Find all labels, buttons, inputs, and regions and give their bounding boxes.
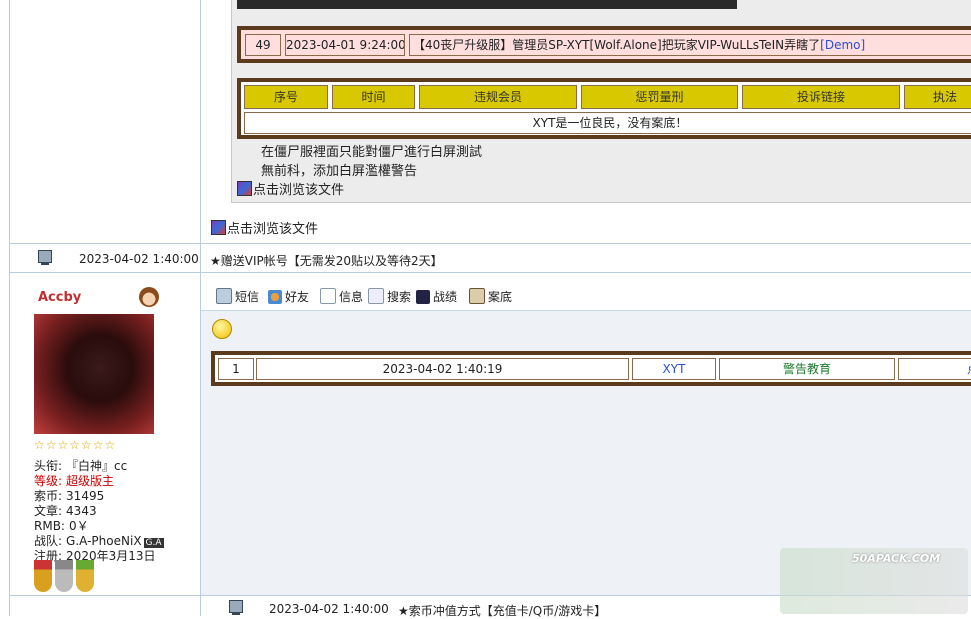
- left-border: [9, 0, 10, 616]
- computer-icon: [38, 250, 52, 265]
- medal-icon-2: [55, 560, 73, 592]
- header-enforcer: 执法: [904, 85, 971, 109]
- quote-image-bottom: [237, 0, 737, 9]
- log-row-box: 49 2023-04-01 9:24:00 【40丧尸升级服】管理员SP-XYT…: [237, 26, 971, 63]
- post-title[interactable]: ★赠送VIP帐号【无需发20贴以及等待2天】: [210, 252, 443, 269]
- user-avatar[interactable]: [34, 314, 154, 434]
- medal-icon-1: [34, 560, 52, 592]
- no-record-message: XYT是一位良民，没有案底！: [244, 112, 971, 134]
- log-time: 2023-04-01 9:24:00: [285, 34, 405, 56]
- record-table-box: 序号 时间 违规会员 惩罚量刑 投诉链接 执法 XYT是一位良民，没有案底！: [237, 78, 971, 139]
- post2-title[interactable]: ★索币冲值方式【充值卡/Q币/游戏卡】: [398, 602, 606, 619]
- record-row-box: 1 2023-04-02 1:40:19 XYT 警告教育 点: [211, 351, 971, 386]
- record-button[interactable]: 战绩: [416, 288, 457, 305]
- header-member: 违规会员: [419, 85, 577, 109]
- user-register: 注册: 2020年3月13日: [34, 549, 156, 563]
- row-divider-2: [9, 272, 971, 273]
- computer-icon: [229, 600, 243, 615]
- record-link[interactable]: 点: [898, 358, 971, 380]
- post2-time: 2023-04-02 1:40:00: [269, 602, 389, 616]
- search-button[interactable]: 搜索: [368, 288, 411, 305]
- username[interactable]: Accby: [38, 290, 81, 305]
- header-time: 时间: [332, 85, 415, 109]
- case-button[interactable]: 案底: [469, 288, 512, 305]
- header-penalty: 惩罚量刑: [581, 85, 738, 109]
- search-icon: [368, 288, 384, 304]
- row-divider-1: [9, 243, 971, 244]
- site-watermark-logo: 50APACK.COM: [780, 548, 968, 614]
- friend-icon: [268, 290, 282, 304]
- log-text-cell: 【40丧尸升级服】管理员SP-XYT[Wolf.Alone]把玩家VIP-WuL…: [409, 34, 971, 56]
- record-time: 2023-04-02 1:40:19: [256, 358, 629, 380]
- quote-file-link[interactable]: 点击浏览该文件: [237, 179, 344, 198]
- quote-line-2: 無前科，添加白屏濫權警告: [261, 164, 418, 179]
- quote-line-1: 在僵尸服裡面只能對僵尸進行白屏測試: [261, 145, 483, 160]
- record-num: 1: [218, 358, 254, 380]
- medal-icon-3: [76, 560, 94, 592]
- demo-link[interactable]: [Demo]: [820, 38, 865, 52]
- info-icon: [320, 288, 336, 304]
- friend-button[interactable]: 好友: [268, 288, 309, 305]
- header-num: 序号: [244, 85, 328, 109]
- record-icon: [416, 290, 430, 304]
- info-button[interactable]: 信息: [320, 288, 363, 305]
- sms-button[interactable]: 短信: [216, 288, 259, 305]
- file-icon: [211, 220, 226, 235]
- post-time: 2023-04-02 1:40:00: [79, 252, 199, 266]
- post1-file-link[interactable]: 点击浏览该文件: [211, 218, 318, 237]
- gender-avatar-icon: [139, 287, 159, 307]
- log-text: 【40丧尸升级服】管理员SP-XYT[Wolf.Alone]把玩家VIP-WuL…: [413, 38, 821, 52]
- header-link: 投诉链接: [742, 85, 900, 109]
- smiley-icon: [212, 319, 232, 339]
- log-num: 49: [245, 34, 281, 56]
- rank-stars: ☆☆☆☆☆☆☆: [34, 438, 117, 452]
- sms-icon: [216, 288, 232, 304]
- file-icon: [237, 181, 252, 196]
- record-member[interactable]: XYT: [632, 358, 716, 380]
- case-icon: [469, 288, 485, 304]
- record-penalty: 警告教育: [719, 358, 895, 380]
